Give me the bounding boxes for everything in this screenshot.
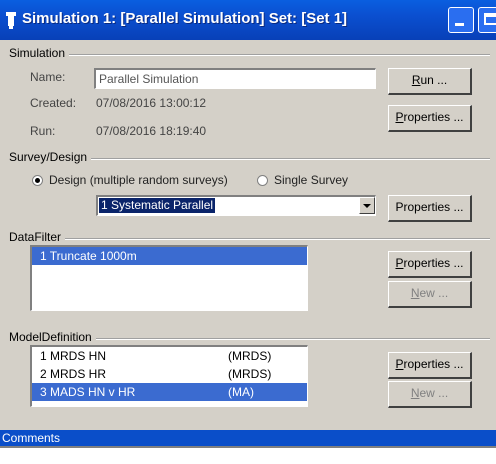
datafilter-list[interactable]: 1 Truncate 1000m bbox=[30, 245, 308, 311]
model-group-label: ModelDefinition bbox=[9, 330, 96, 344]
simulation-name-field[interactable] bbox=[94, 68, 376, 89]
maximize-button[interactable] bbox=[478, 7, 496, 33]
comments-header: Comments bbox=[0, 430, 496, 446]
created-value: 07/08/2016 13:00:12 bbox=[96, 96, 207, 110]
simulation-group-label: Simulation bbox=[9, 46, 70, 60]
model-new-label: ew ... bbox=[419, 386, 449, 400]
name-label: Name: bbox=[30, 70, 66, 84]
single-survey-radio[interactable] bbox=[257, 175, 268, 186]
comments-label: Comments bbox=[2, 431, 61, 445]
model-item-engine: (MRDS) bbox=[228, 349, 272, 363]
datafilter-group-label: DataFilter bbox=[9, 230, 66, 244]
datafilter-item-label: 1 Truncate 1000m bbox=[40, 249, 137, 263]
design-select-value: 1 Systematic Parallel bbox=[99, 198, 216, 213]
window-title: Simulation 1: [Parallel Simulation] Set:… bbox=[22, 10, 348, 27]
model-item-name: 2 MRDS HR bbox=[40, 367, 107, 381]
run-button-label: un ... bbox=[420, 73, 448, 87]
design-select[interactable]: 1 Systematic Parallel bbox=[96, 195, 376, 216]
design-radio-label[interactable]: Design (multiple random surveys) bbox=[49, 173, 228, 187]
run-button[interactable]: Run ... bbox=[388, 68, 472, 95]
model-item-engine: (MRDS) bbox=[228, 367, 272, 381]
model-item-name: 1 MRDS HN bbox=[40, 349, 107, 363]
datafilter-properties-button[interactable]: Properties ... bbox=[388, 251, 472, 278]
created-label: Created: bbox=[30, 96, 77, 110]
chevron-down-icon[interactable] bbox=[359, 197, 375, 214]
minimize-icon bbox=[455, 23, 464, 26]
simulation-properties-button[interactable]: Properties ... bbox=[388, 105, 472, 132]
model-list-item[interactable]: 1 MRDS HN (MRDS) bbox=[32, 347, 307, 365]
model-properties-button[interactable]: Properties ... bbox=[388, 352, 472, 379]
comments-field[interactable] bbox=[0, 446, 496, 464]
maximize-icon bbox=[484, 13, 496, 25]
model-item-name: 3 MADS HN v HR bbox=[40, 385, 136, 399]
model-list-item[interactable]: 3 MADS HN v HR (MA) bbox=[32, 383, 307, 401]
title-bar[interactable]: Simulation 1: [Parallel Simulation] Set:… bbox=[0, 0, 496, 40]
survey-properties-button[interactable]: Properties ... bbox=[388, 195, 472, 222]
model-list-item[interactable]: 2 MRDS HR (MRDS) bbox=[32, 365, 307, 383]
survey-properties-label: Properties ... bbox=[395, 200, 464, 214]
simulation-properties-label: roperties ... bbox=[403, 110, 464, 124]
datafilter-new-label: ew ... bbox=[419, 286, 449, 300]
run-value: 07/08/2016 18:19:40 bbox=[96, 124, 207, 138]
model-new-button[interactable]: New ... bbox=[388, 381, 472, 408]
single-survey-radio-label[interactable]: Single Survey bbox=[274, 173, 348, 187]
model-definition-list[interactable]: 1 MRDS HN (MRDS) 2 MRDS HR (MRDS) 3 MADS HN … bbox=[30, 345, 308, 407]
datafilter-list-item[interactable]: 1 Truncate 1000m bbox=[32, 247, 307, 265]
datafilter-group-divider bbox=[9, 238, 490, 240]
datafilter-new-button[interactable]: New ... bbox=[388, 281, 472, 308]
simulation-group-divider bbox=[9, 54, 490, 56]
design-radio[interactable] bbox=[32, 175, 43, 186]
run-label: Run: bbox=[30, 124, 56, 138]
datafilter-properties-label: roperties ... bbox=[403, 256, 464, 270]
simulation-app-icon bbox=[6, 12, 16, 29]
model-properties-label: roperties ... bbox=[403, 357, 464, 371]
minimize-button[interactable] bbox=[448, 7, 474, 33]
survey-group-label: Survey/Design bbox=[9, 150, 92, 164]
model-item-engine: (MA) bbox=[228, 385, 254, 399]
